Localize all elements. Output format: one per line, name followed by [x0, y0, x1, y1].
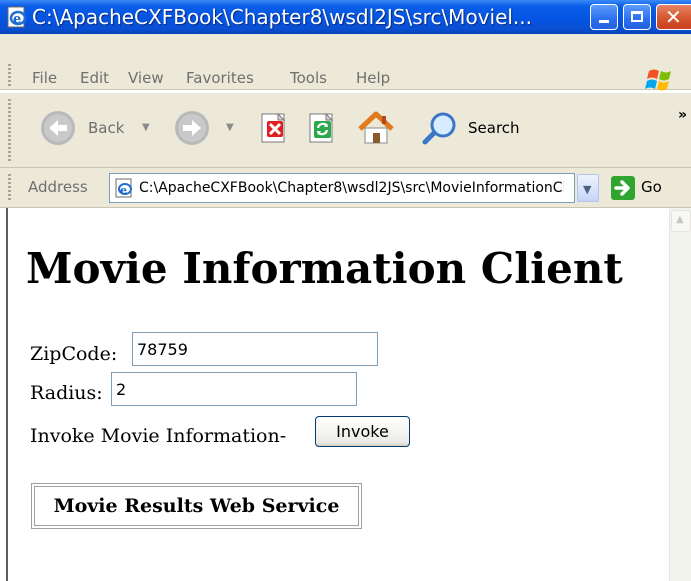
forward-dropdown-icon[interactable]: ▼ [226, 122, 234, 133]
menu-tools[interactable]: Tools [290, 63, 327, 93]
close-icon: ✕ [665, 5, 682, 29]
menu-file[interactable]: File [32, 63, 57, 93]
go-arrow-icon[interactable] [611, 176, 637, 204]
chevron-up-icon: ▲ [676, 214, 684, 225]
ie-page-icon: e [6, 6, 28, 32]
forward-arrow-icon [172, 108, 212, 152]
browser-window: e C:\ApacheCXFBook\Chapter8\wsdl2JS\src\… [0, 0, 691, 581]
search-icon [420, 108, 460, 152]
back-arrow-icon [38, 108, 78, 152]
svg-text:e: e [13, 12, 21, 27]
maximize-button[interactable] [623, 4, 651, 30]
results-table: Movie Results Web Service [31, 483, 362, 529]
forward-button[interactable]: ▼ [172, 108, 242, 148]
radius-input[interactable] [111, 372, 357, 406]
address-dropdown-button[interactable]: ▼ [577, 174, 599, 202]
toolbar-overflow-icon[interactable]: » [678, 107, 687, 123]
back-dropdown-icon[interactable]: ▼ [142, 122, 150, 133]
refresh-icon[interactable] [306, 112, 340, 150]
toolbar-row: Back ▼ ▼ Search » [0, 93, 691, 168]
scroll-up-button[interactable]: ▲ [671, 210, 691, 232]
svg-text:e: e [120, 184, 127, 197]
zipcode-input[interactable] [132, 332, 378, 366]
minimize-button[interactable] [590, 4, 618, 30]
radius-label: Radius: [30, 382, 103, 404]
address-bar: Address e C:\ApacheCXFBook\Chapter8\wsdl… [0, 168, 691, 208]
address-url[interactable]: C:\ApacheCXFBook\Chapter8\wsdl2JS\src\Mo… [139, 174, 564, 202]
vertical-scrollbar[interactable]: ▲ [669, 208, 691, 581]
back-label: Back [88, 119, 125, 137]
close-button[interactable]: ✕ [656, 4, 691, 30]
back-button[interactable]: Back ▼ [38, 108, 178, 148]
home-icon[interactable] [356, 109, 396, 151]
minimize-icon [599, 20, 609, 23]
title-bar[interactable]: e C:\ApacheCXFBook\Chapter8\wsdl2JS\src\… [0, 0, 691, 34]
window-title: C:\ApacheCXFBook\Chapter8\wsdl2JS\src\Mo… [32, 5, 532, 29]
chevron-down-icon: ▼ [583, 183, 592, 196]
stop-icon[interactable] [258, 112, 292, 150]
address-input[interactable]: e C:\ApacheCXFBook\Chapter8\wsdl2JS\src\… [109, 173, 575, 203]
windows-logo-icon [643, 66, 677, 96]
menu-favorites[interactable]: Favorites [186, 63, 254, 93]
go-label[interactable]: Go [641, 178, 662, 196]
maximize-icon [631, 11, 643, 22]
search-button[interactable]: Search [420, 108, 530, 148]
menu-help[interactable]: Help [356, 63, 390, 93]
menu-edit[interactable]: Edit [80, 63, 109, 93]
menu-row: File Edit View Favorites Tools Help [0, 63, 691, 93]
invoke-label: Invoke Movie Information- [30, 425, 287, 447]
ie-page-icon: e [113, 178, 135, 202]
search-label: Search [468, 119, 520, 137]
address-label: Address [28, 178, 88, 196]
page-title: Movie Information Client [26, 244, 623, 293]
results-header: Movie Results Web Service [34, 486, 359, 526]
menu-view[interactable]: View [128, 63, 164, 93]
zipcode-label: ZipCode: [30, 343, 118, 365]
invoke-button[interactable]: Invoke [315, 416, 410, 447]
address-grip[interactable] [8, 174, 11, 202]
